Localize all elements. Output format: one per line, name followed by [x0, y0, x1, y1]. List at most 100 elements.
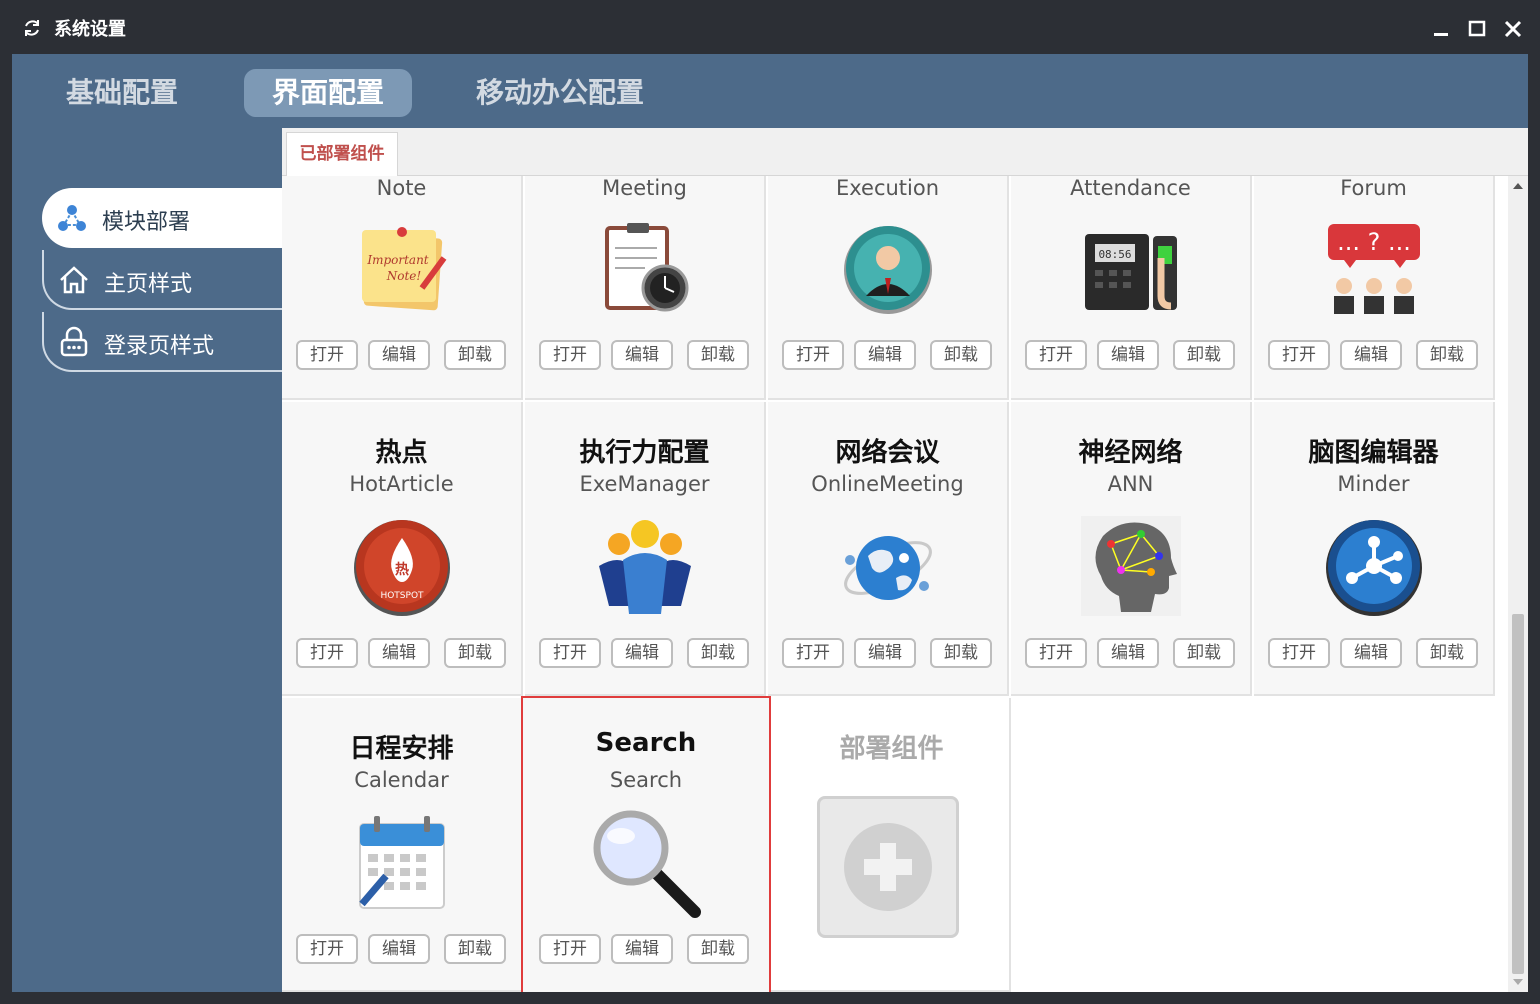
component-en-name: OnlineMeeting [811, 472, 964, 496]
open-button[interactable]: 打开 [539, 638, 601, 668]
open-button[interactable]: 打开 [782, 638, 844, 668]
open-button[interactable]: 打开 [296, 638, 358, 668]
component-card-note[interactable]: Note Important Note! 打开 编辑 卸载 [282, 176, 523, 400]
edit-button[interactable]: 编辑 [1097, 638, 1159, 668]
component-en-name: Attendance [1070, 176, 1191, 200]
arrow-down-icon [1513, 979, 1523, 985]
component-cn-name: 热点 [375, 438, 428, 468]
edit-button[interactable]: 编辑 [854, 638, 916, 668]
edit-button[interactable]: 编辑 [611, 638, 673, 668]
component-card-ann[interactable]: 神经网络 ANN 打开 编辑 卸载 [1011, 402, 1252, 696]
uninstall-button[interactable]: 卸载 [444, 340, 506, 370]
edit-button[interactable]: 编辑 [611, 340, 673, 370]
minimize-button[interactable] [1430, 18, 1452, 40]
open-button[interactable]: 打开 [296, 340, 358, 370]
uninstall-button[interactable]: 卸载 [930, 340, 992, 370]
vertical-scrollbar[interactable] [1508, 176, 1528, 992]
sticky-note-icon: Important Note! [362, 227, 447, 311]
svg-text:Important: Important [366, 253, 428, 267]
tab-basic-config[interactable]: 基础配置 [52, 69, 192, 117]
uninstall-button[interactable]: 卸载 [687, 934, 749, 964]
edit-button[interactable]: 编辑 [611, 934, 673, 964]
component-card-meeting[interactable]: Meeting 打开 编辑 卸载 [525, 176, 766, 400]
uninstall-button[interactable]: 卸载 [930, 638, 992, 668]
svg-text:HOTSPOT: HOTSPOT [380, 591, 424, 601]
component-card-attendance[interactable]: Attendance 08:56 打开 编辑 卸载 [1011, 176, 1252, 400]
component-cn-name: 网络会议 [835, 438, 940, 468]
component-card-execution[interactable]: Execution 打开 编辑 卸载 [768, 176, 1009, 400]
sync-icon [25, 20, 39, 36]
svg-text:... ? ...: ... ? ... [1337, 228, 1411, 256]
scroll-up-button[interactable] [1508, 176, 1528, 196]
open-button[interactable]: 打开 [1025, 638, 1087, 668]
open-button[interactable]: 打开 [539, 934, 601, 964]
plus-icon [844, 823, 932, 911]
mindmap-icon [1326, 520, 1422, 616]
edit-button[interactable]: 编辑 [1340, 638, 1402, 668]
uninstall-button[interactable]: 卸载 [1173, 340, 1235, 370]
minimize-icon [1434, 33, 1448, 36]
component-card-minder[interactable]: 脑图编辑器 Minder 打开 编辑 卸载 [1254, 402, 1495, 696]
scroll-down-button[interactable] [1508, 972, 1528, 992]
close-icon [1504, 20, 1522, 38]
window-frame-bottom [0, 992, 1540, 1004]
tab-deployed-components[interactable]: 已部署组件 [286, 132, 398, 176]
component-card-forum[interactable]: Forum ... ? ... 打开 编辑 卸载 [1254, 176, 1495, 400]
content-panel: 已部署组件 Note Important Note! 打开 编辑 卸载 Meet… [282, 128, 1528, 992]
panel-tab-bar: 已部署组件 [282, 128, 1528, 176]
component-en-name: ANN [1107, 472, 1154, 496]
edit-button[interactable]: 编辑 [368, 638, 430, 668]
open-button[interactable]: 打开 [539, 340, 601, 370]
scrollbar-thumb[interactable] [1512, 614, 1524, 974]
close-button[interactable] [1502, 18, 1524, 40]
uninstall-button[interactable]: 卸载 [1416, 638, 1478, 668]
open-button[interactable]: 打开 [1025, 340, 1087, 370]
edit-button[interactable]: 编辑 [854, 340, 916, 370]
add-component-button[interactable] [817, 796, 959, 938]
edit-button[interactable]: 编辑 [1340, 340, 1402, 370]
tab-mobile-config[interactable]: 移动办公配置 [467, 69, 653, 117]
globe-network-icon [844, 536, 932, 600]
component-card-hotarticle[interactable]: 热点 HotArticle 热 HOTSPOT 打开 编辑 卸载 [282, 402, 523, 696]
sidebar-item-module-deploy[interactable]: 模块部署 [42, 188, 282, 248]
svg-text:Note!: Note! [386, 269, 422, 283]
maximize-icon [1468, 20, 1486, 37]
edit-button[interactable]: 编辑 [368, 934, 430, 964]
component-cn-name: 执行力配置 [579, 438, 710, 468]
edit-button[interactable]: 编辑 [368, 340, 430, 370]
open-button[interactable]: 打开 [296, 934, 358, 964]
sidebar-item-login-style[interactable]: 登录页样式 [42, 312, 282, 372]
open-button[interactable]: 打开 [1268, 638, 1330, 668]
deploy-component-card: 部署组件 [771, 698, 1011, 992]
window-frame-right [1528, 54, 1540, 1004]
title-bar: 系统设置 [0, 0, 1540, 54]
edit-button[interactable]: 编辑 [1097, 340, 1159, 370]
sidebar-item-label: 模块部署 [102, 210, 191, 235]
component-grid: Note Important Note! 打开 编辑 卸载 Meeting 打开… [282, 176, 1508, 992]
sidebar-item-home-style[interactable]: 主页样式 [42, 250, 282, 310]
window-title: 系统设置 [54, 19, 126, 40]
open-button[interactable]: 打开 [782, 340, 844, 370]
uninstall-button[interactable]: 卸载 [1416, 340, 1478, 370]
maximize-button[interactable] [1466, 18, 1488, 40]
tab-ui-config[interactable]: 界面配置 [244, 69, 412, 117]
forum-people-icon: ... ? ... [1328, 224, 1420, 314]
component-card-exemanager[interactable]: 执行力配置 ExeManager 打开 编辑 卸载 [525, 402, 766, 696]
meeting-clipboard-icon [605, 223, 689, 312]
component-en-name: Forum [1340, 176, 1407, 200]
component-cn-name: 神经网络 [1078, 438, 1183, 468]
component-en-name: Execution [835, 176, 940, 200]
uninstall-button[interactable]: 卸载 [687, 340, 749, 370]
component-en-name: HotArticle [349, 472, 454, 496]
window-frame-left [0, 54, 12, 1004]
uninstall-button[interactable]: 卸载 [444, 934, 506, 964]
team-icon [599, 520, 691, 614]
component-card-calendar[interactable]: 日程安排 Calendar 打开 编辑 卸载 [282, 698, 523, 992]
uninstall-button[interactable]: 卸载 [1173, 638, 1235, 668]
magnifier-icon [593, 810, 701, 918]
open-button[interactable]: 打开 [1268, 340, 1330, 370]
component-card-onlinemeeting[interactable]: 网络会议 OnlineMeeting 打开 编辑 卸载 [768, 402, 1009, 696]
uninstall-button[interactable]: 卸载 [444, 638, 506, 668]
uninstall-button[interactable]: 卸载 [687, 638, 749, 668]
component-card-search[interactable]: Search Search 打开 编辑 卸载 [521, 696, 771, 992]
